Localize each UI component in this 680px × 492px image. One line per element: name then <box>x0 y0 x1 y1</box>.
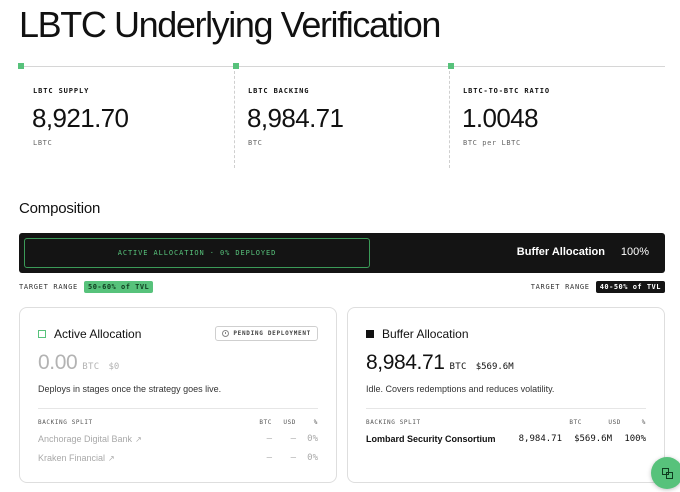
card-description: Deploys in stages once the strategy goes… <box>38 384 222 394</box>
stat-value: 8,921.70 <box>32 103 129 133</box>
target-range-label: TARGET RANGE <box>19 283 78 291</box>
split-usd: – <box>290 453 296 463</box>
buffer-target-range: TARGET RANGE 40-50% of TVL <box>531 281 665 293</box>
buffer-allocation-pct: 100% <box>620 246 649 258</box>
card-header: Buffer Allocation <box>366 327 469 341</box>
active-square-icon <box>38 330 46 338</box>
active-allocation-card: Active Allocation PENDING DEPLOYMENT 0.0… <box>19 307 337 483</box>
split-header-pct: % <box>641 419 646 426</box>
target-range-label: TARGET RANGE <box>530 283 590 291</box>
page-title: LBTC Underlying Verification <box>19 4 441 45</box>
active-allocation-segment[interactable]: ACTIVE ALLOCATION · 0% DEPLOYED <box>24 238 370 268</box>
stat-label: LBTC-TO-BTC RATIO <box>463 87 550 95</box>
custodian-link[interactable]: Anchorage Digital Bank ↗ <box>38 434 142 444</box>
split-btc: – <box>266 434 272 444</box>
split-header-btc: BTC <box>259 419 272 426</box>
custodian-name: Anchorage Digital Bank <box>38 434 133 444</box>
stat-label: LBTC BACKING <box>248 87 310 95</box>
target-range-badge: 50-60% of TVL <box>83 281 154 293</box>
pending-deployment-badge: PENDING DEPLOYMENT <box>215 326 318 341</box>
external-link-icon: ↗ <box>135 435 142 444</box>
stat-value: 1.0048 <box>462 103 539 133</box>
buffer-square-icon <box>366 330 374 338</box>
stat-value: 8,984.71 <box>247 103 344 133</box>
copy-fab-button[interactable] <box>651 457 680 489</box>
custodian-name: Kraken Financial <box>38 453 106 463</box>
active-allocation-label: ACTIVE ALLOCATION · 0% DEPLOYED <box>117 249 277 257</box>
target-range-badge: 40-50% of TVL <box>595 281 665 293</box>
pending-label: PENDING DEPLOYMENT <box>233 330 311 337</box>
amount-unit: BTC <box>82 362 100 372</box>
copy-icon <box>662 468 673 479</box>
card-amount: 0.00 BTC $0 <box>38 351 119 375</box>
stat-lbtc-ratio: LBTC-TO-BTC RATIO 1.0048 BTC per LBTC <box>448 63 665 168</box>
split-btc: – <box>266 453 272 463</box>
card-divider <box>366 408 646 409</box>
allocation-bar: ACTIVE ALLOCATION · 0% DEPLOYED Buffer A… <box>19 233 665 273</box>
card-divider <box>38 408 318 409</box>
active-target-range: TARGET RANGE 50-60% of TVL <box>19 281 154 293</box>
split-header-name: BACKING SPLIT <box>38 419 93 426</box>
custodian-name: Lombard Security Consortium <box>366 434 496 444</box>
stat-divider <box>234 66 235 168</box>
split-pct: 100% <box>624 434 646 444</box>
stat-marker <box>448 63 454 69</box>
composition-title: Composition <box>19 200 101 217</box>
stat-unit: BTC per LBTC <box>463 139 521 147</box>
buffer-allocation-card: Buffer Allocation 8,984.71 BTC $569.6M I… <box>347 307 665 483</box>
split-header-usd: USD <box>283 419 296 426</box>
split-header-name: BACKING SPLIT <box>366 419 421 426</box>
split-usd: – <box>290 434 296 444</box>
split-pct: 0% <box>307 434 318 444</box>
amount-value: 0.00 <box>38 351 78 374</box>
split-header-pct: % <box>313 419 318 426</box>
stat-marker <box>18 63 24 69</box>
card-title: Active Allocation <box>54 327 142 341</box>
split-header-btc: BTC <box>569 419 582 426</box>
card-title: Buffer Allocation <box>382 327 469 341</box>
split-pct: 0% <box>307 453 318 463</box>
stat-lbtc-supply: LBTC SUPPLY 8,921.70 LBTC <box>18 63 234 168</box>
amount-usd: $569.6M <box>475 362 514 372</box>
stat-unit: LBTC <box>33 139 53 147</box>
clock-icon <box>222 330 230 337</box>
split-usd: $569.6M <box>574 434 612 444</box>
external-link-icon: ↗ <box>108 454 115 463</box>
buffer-allocation-label: Buffer Allocation <box>516 246 605 258</box>
custodian-link[interactable]: Kraken Financial ↗ <box>38 453 115 463</box>
split-btc: 8,984.71 <box>518 434 562 444</box>
amount-usd: $0 <box>108 362 120 372</box>
stat-label: LBTC SUPPLY <box>33 87 90 95</box>
stat-marker <box>233 63 239 69</box>
stat-divider <box>449 66 450 168</box>
card-header: Active Allocation <box>38 327 141 341</box>
amount-value: 8,984.71 <box>366 351 445 374</box>
card-description: Idle. Covers redemptions and reduces vol… <box>366 384 555 394</box>
amount-unit: BTC <box>449 362 467 372</box>
stat-unit: BTC <box>248 139 263 147</box>
card-amount: 8,984.71 BTC $569.6M <box>366 351 514 375</box>
split-header-usd: USD <box>608 419 621 426</box>
stat-lbtc-backing: LBTC BACKING 8,984.71 BTC <box>233 63 449 168</box>
